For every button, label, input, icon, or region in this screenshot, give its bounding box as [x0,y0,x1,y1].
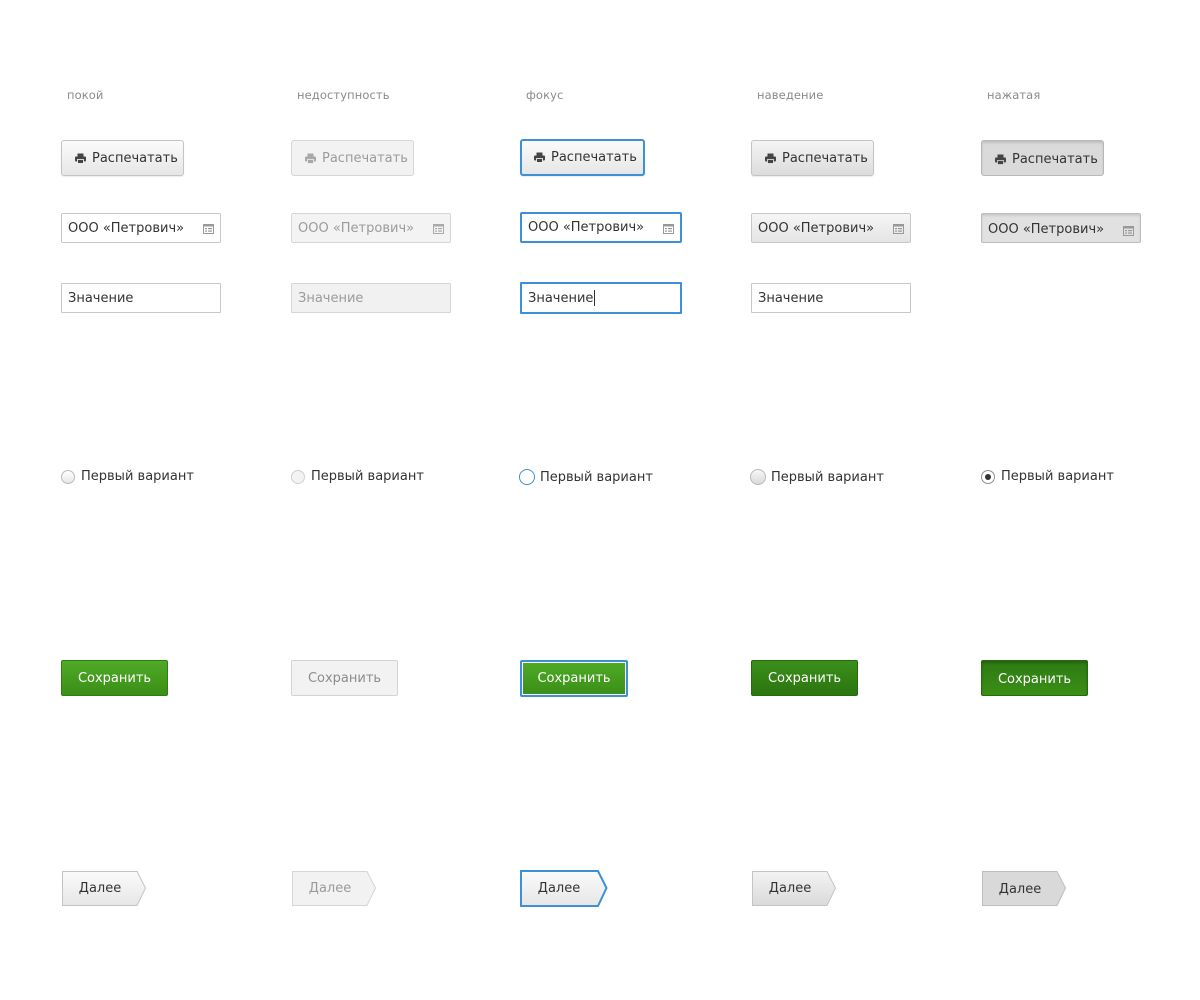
print-button-label: Распечатать [1012,151,1098,167]
input-value: Значение [758,290,824,306]
printer-icon [995,154,1006,165]
state-label-pressed: нажатая [987,88,1041,102]
next-button-label: Далее [78,880,122,896]
column-disabled: недоступность Распечатать ООО «Петрович»… [291,0,511,1000]
value-input[interactable]: Значение [291,283,451,313]
print-button-label: Распечатать [92,150,178,166]
input-value: Значение [528,290,594,306]
save-button-label: Сохранить [997,671,1072,687]
select-value: ООО «Петрович» [988,221,1105,237]
print-button[interactable]: Распечатать [751,140,874,176]
save-button-label: Сохранить [767,670,842,686]
save-button[interactable]: Сохранить [61,660,168,696]
organization-select[interactable]: ООО «Петрович» [61,213,221,243]
input-value: Значение [298,290,364,306]
value-input[interactable]: Значение [520,282,682,314]
next-button-label: Далее [537,880,581,896]
radio-option[interactable]: Первый вариант [750,469,884,485]
radio-circle[interactable] [61,469,75,484]
printer-icon [305,153,316,164]
next-button-label: Далее [308,880,352,896]
calendar-list-icon[interactable] [1123,225,1134,236]
column-focus: фокус Распечатать ООО «Петрович» Значени… [519,0,740,1000]
radio-circle-selected[interactable] [981,469,995,484]
organization-select[interactable]: ООО «Петрович» [751,213,911,243]
input-value: Значение [68,290,134,306]
select-value: ООО «Петрович» [758,220,875,236]
state-label-focus: фокус [526,88,564,102]
radio-option[interactable]: Первый вариант [519,469,653,485]
save-button-label: Сохранить [77,670,152,686]
radio-option[interactable]: Первый вариант [291,469,424,484]
state-label-hover: наведение [757,88,824,102]
print-button[interactable]: Распечатать [61,140,184,176]
print-button-label: Распечатать [322,150,408,166]
print-button-label: Распечатать [782,150,868,166]
next-button[interactable]: Далее [61,870,151,907]
print-button[interactable]: Распечатать [981,140,1104,176]
radio-label: Первый вариант [311,469,424,484]
organization-select[interactable]: ООО «Петрович» [981,213,1141,243]
calendar-list-icon[interactable] [893,223,904,234]
next-button[interactable]: Далее [981,870,1071,907]
value-input[interactable]: Значение [751,283,911,313]
column-normal: покой Распечатать ООО «Петрович» Значени… [61,0,281,1000]
save-button-label: Сохранить [537,671,611,686]
printer-icon [765,153,776,164]
radio-label: Первый вариант [1001,469,1114,484]
radio-circle[interactable] [291,469,305,484]
next-button[interactable]: Далее [751,870,841,907]
state-label-normal: покой [67,88,104,102]
radio-circle[interactable] [519,469,535,485]
organization-select[interactable]: ООО «Петрович» [291,213,451,243]
save-button[interactable]: Сохранить [751,660,858,696]
organization-select[interactable]: ООО «Петрович» [520,212,682,243]
text-caret [594,290,596,306]
print-button-label: Распечатать [551,150,637,165]
column-hover: наведение Распечатать ООО «Петрович» Зна… [750,0,971,1000]
select-value: ООО «Петрович» [528,220,645,235]
print-button[interactable]: Распечатать [520,139,645,176]
select-value: ООО «Петрович» [298,220,415,236]
radio-label: Первый вариант [771,469,884,485]
calendar-list-icon[interactable] [663,223,674,234]
calendar-list-icon[interactable] [203,223,214,234]
radio-label: Первый вариант [540,469,653,485]
next-button[interactable]: Далее [520,870,610,907]
state-label-disabled: недоступность [297,88,390,102]
radio-circle[interactable] [750,469,766,485]
column-pressed: нажатая Распечатать ООО «Петрович» Первы… [981,0,1200,1000]
next-button[interactable]: Далее [291,870,381,907]
save-button-label: Сохранить [307,670,382,686]
calendar-list-icon[interactable] [433,223,444,234]
printer-icon [75,153,86,164]
save-button[interactable]: Сохранить [520,660,628,697]
select-value: ООО «Петрович» [68,220,185,236]
radio-option[interactable]: Первый вариант [981,469,1114,484]
print-button[interactable]: Распечатать [291,140,414,176]
next-button-label: Далее [998,881,1042,897]
value-input[interactable]: Значение [61,283,221,313]
radio-label: Первый вариант [81,469,194,484]
save-button[interactable]: Сохранить [981,660,1088,696]
save-button[interactable]: Сохранить [291,660,398,696]
radio-option[interactable]: Первый вариант [61,469,194,484]
printer-icon [534,152,545,163]
next-button-label: Далее [768,880,812,896]
